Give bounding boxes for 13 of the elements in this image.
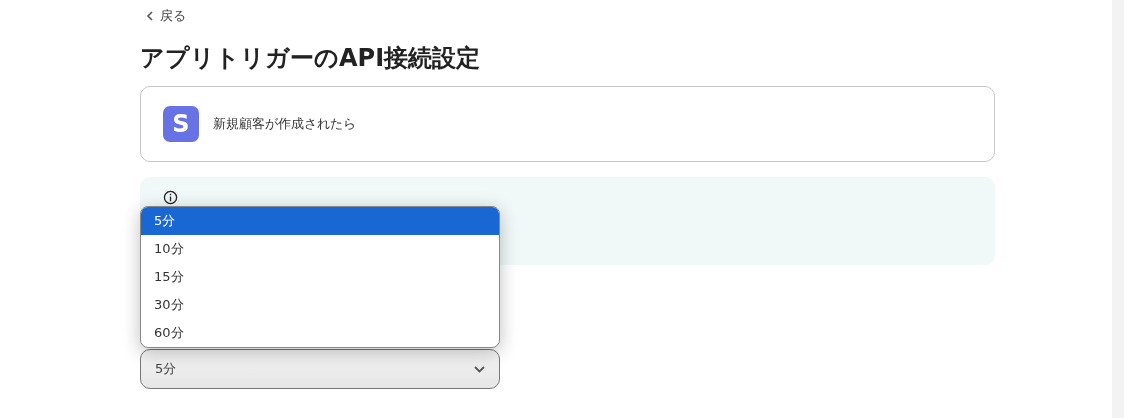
trigger-label: 新規顧客が作成されたら	[213, 115, 356, 133]
info-icon	[163, 190, 178, 205]
dropdown-option[interactable]: 10分	[141, 235, 499, 263]
dropdown-option[interactable]: 5分	[141, 207, 499, 235]
dropdown-option[interactable]: 30分	[141, 291, 499, 319]
interval-select[interactable]: 5分	[140, 349, 500, 389]
chevron-left-icon	[146, 11, 154, 21]
dropdown-option[interactable]: 15分	[141, 263, 499, 291]
app-logo-icon: S	[163, 106, 199, 142]
back-link[interactable]: 戻る	[146, 7, 186, 25]
chevron-down-icon	[474, 365, 485, 373]
page-title: アプリトリガーのAPI接続設定	[140, 43, 482, 74]
dropdown-option[interactable]: 60分	[141, 319, 499, 347]
